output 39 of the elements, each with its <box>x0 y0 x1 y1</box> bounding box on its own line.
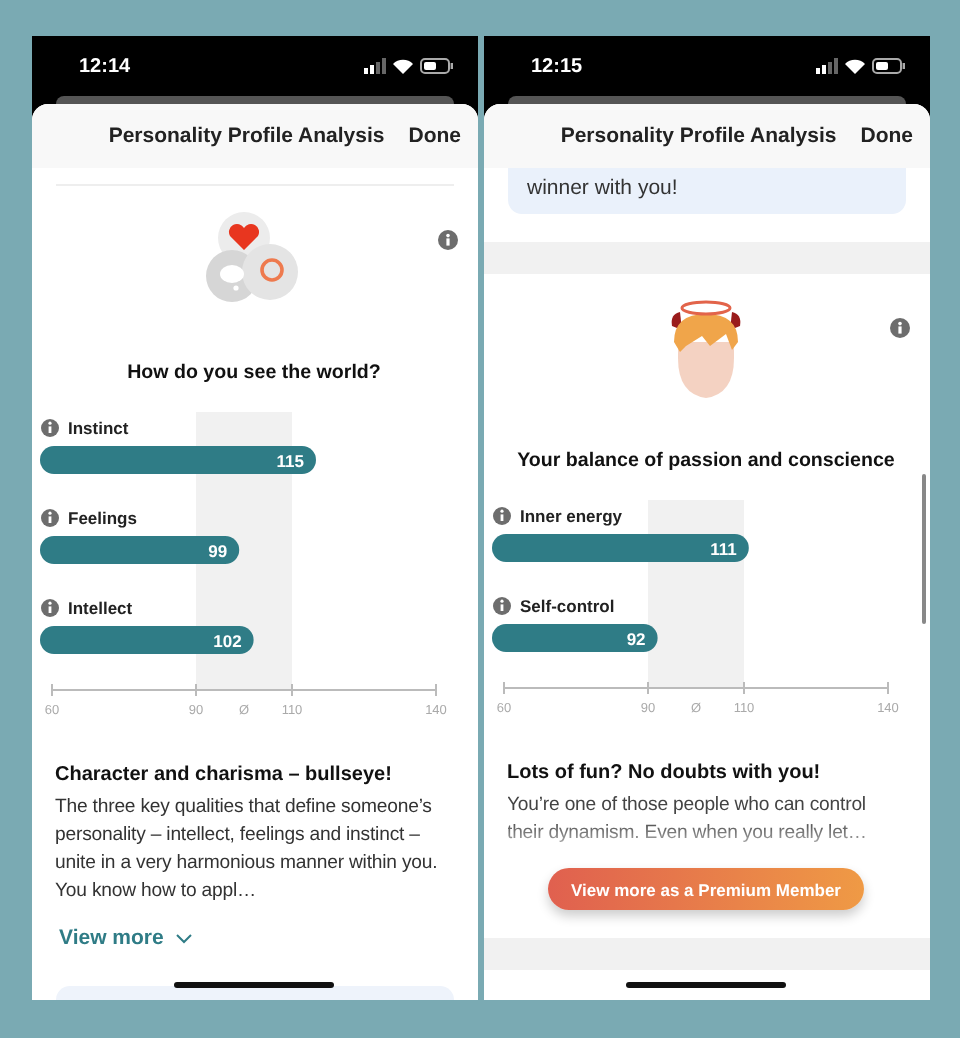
screen-title: Personality Profile Analysis <box>108 124 385 148</box>
score-value: 102 <box>212 631 241 651</box>
score-value: 111 <box>709 539 736 559</box>
info-icon[interactable] <box>889 318 909 338</box>
info-icon[interactable] <box>492 507 510 525</box>
info-icon[interactable] <box>40 509 58 527</box>
result-heading: Lots of fun? No doubts with you! <box>507 762 823 784</box>
wifi-icon <box>843 58 865 74</box>
note-text: winner with you! <box>527 176 678 200</box>
view-more-link[interactable]: View more <box>59 926 192 950</box>
info-icon[interactable] <box>492 597 510 615</box>
status-time: 12:14 <box>79 55 131 77</box>
result-heading: Character and charisma – bullseye! <box>55 764 394 786</box>
score-value: 115 <box>275 451 303 471</box>
category-label: Inner energy <box>519 506 622 526</box>
category-label: Intellect <box>67 598 132 618</box>
result-text: The three key qualities that define someone’s personality – intellect, feelings and instinct – unite in a very harmonious manner within you. You know how to appl… <box>55 794 440 906</box>
avatar-drawing <box>666 298 746 402</box>
category-label: Feelings <box>67 508 136 528</box>
category-label: Self-control <box>519 596 614 616</box>
battery-icon <box>871 58 905 74</box>
signal-icon <box>363 58 385 74</box>
battery-icon <box>419 58 453 74</box>
done-button[interactable]: Done <box>408 124 461 148</box>
info-icon[interactable] <box>40 419 58 437</box>
score-value: 92 <box>625 629 645 649</box>
result-text: You’re one of those people who can control their dynamism. Even when you really let… <box>507 792 869 848</box>
info-icon[interactable] <box>437 230 457 250</box>
wifi-icon <box>391 58 413 74</box>
score-value: 99 <box>207 541 227 561</box>
status-time: 12:15 <box>531 55 583 77</box>
category-label: Instinct <box>67 418 128 438</box>
signal-icon <box>815 58 837 74</box>
info-icon[interactable] <box>40 599 58 617</box>
screen-title: Personality Profile Analysis <box>560 124 837 148</box>
section-title: How do you see the world? <box>125 362 383 384</box>
done-button[interactable]: Done <box>860 124 913 148</box>
section-title: Your balance of passion and conscience <box>515 450 897 472</box>
chevron-down-icon <box>175 933 192 943</box>
